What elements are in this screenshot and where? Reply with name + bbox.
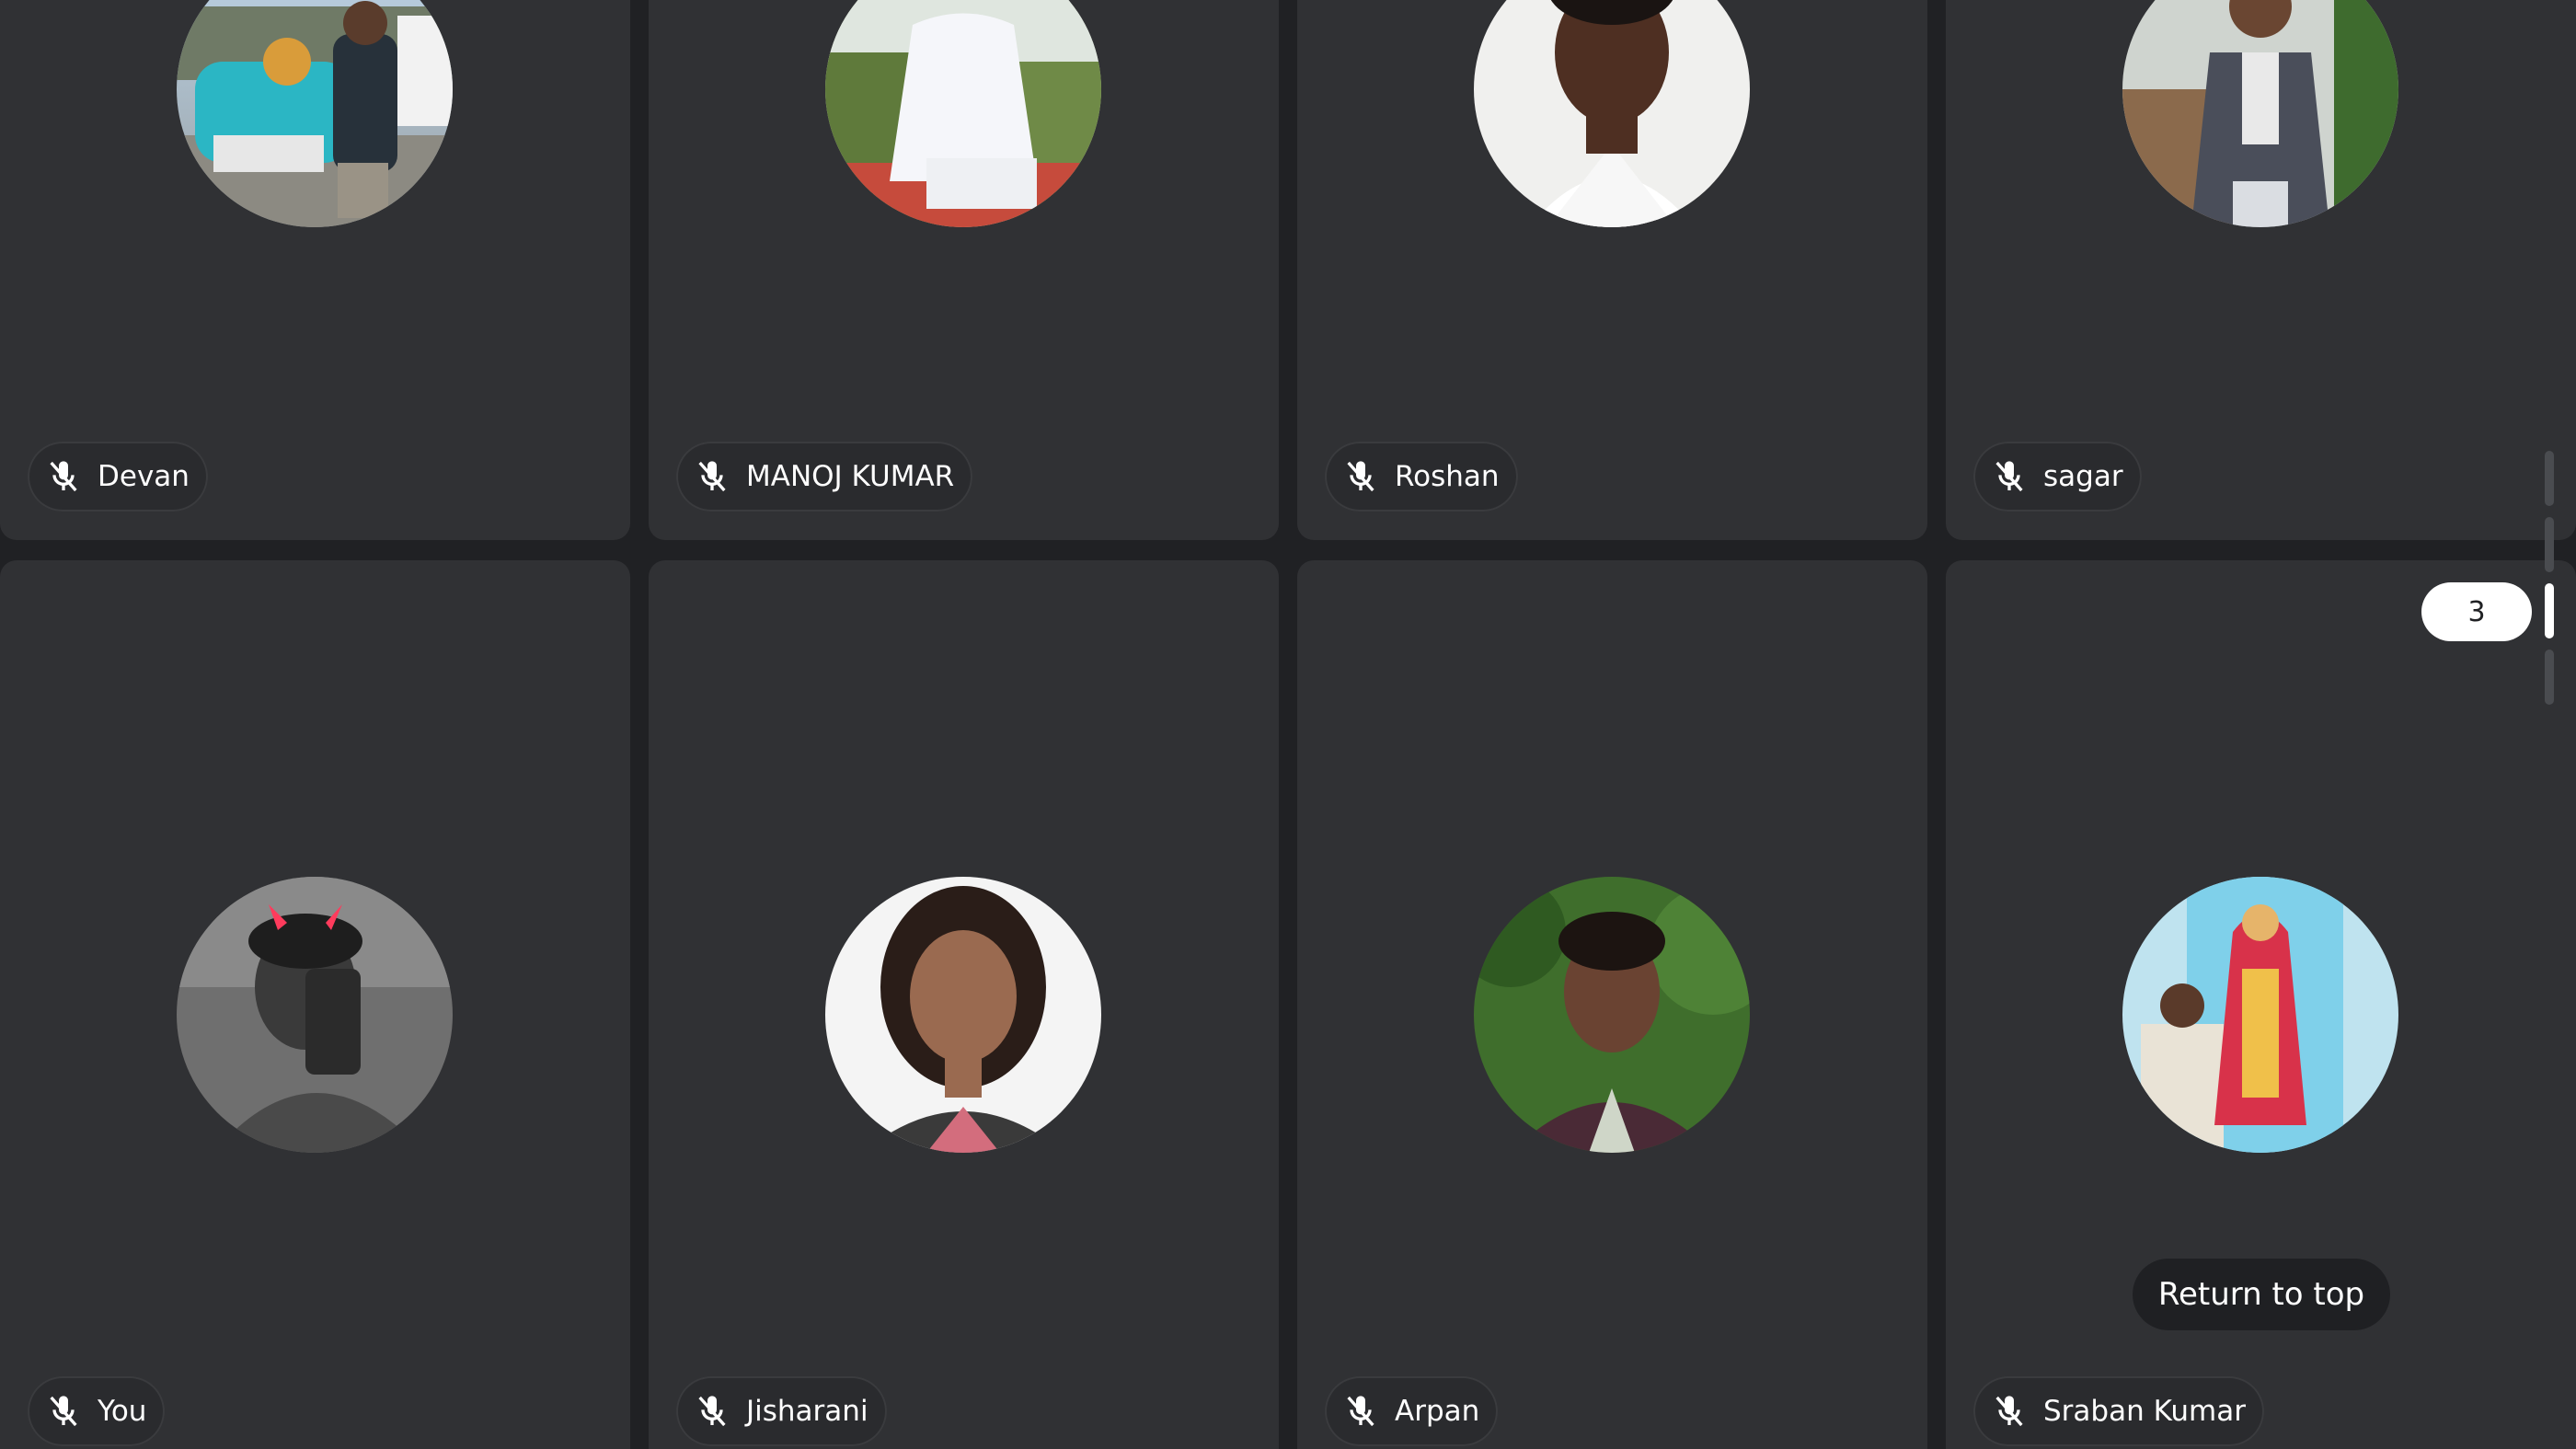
participant-tile-devan[interactable]: Devan: [0, 0, 630, 540]
avatar: [2122, 877, 2398, 1153]
mic-off-icon: [42, 1390, 85, 1432]
participant-name: sagar: [2043, 460, 2123, 493]
participant-name-pill: Arpan: [1325, 1376, 1499, 1446]
mic-off-icon: [1340, 455, 1382, 498]
participant-tile-roshan[interactable]: Roshan: [1297, 0, 1927, 540]
participant-name-pill: Devan: [28, 442, 208, 512]
participant-tile-manoj-kumar[interactable]: MANOJ KUMAR: [649, 0, 1279, 540]
avatar: [1474, 0, 1750, 227]
participant-name: Sraban Kumar: [2043, 1395, 2246, 1428]
participant-name: You: [98, 1395, 147, 1428]
participant-tile-you[interactable]: You: [0, 560, 630, 1449]
mic-off-icon: [691, 1390, 733, 1432]
participant-name-pill: You: [28, 1376, 166, 1446]
page-indicator: 3: [2421, 582, 2532, 641]
participant-name: Roshan: [1395, 460, 1500, 493]
scroll-thumb[interactable]: [2545, 583, 2554, 638]
participant-name: Devan: [98, 460, 190, 493]
avatar: [1474, 877, 1750, 1153]
mic-off-icon: [1988, 1390, 2030, 1432]
avatar: [825, 0, 1101, 227]
participant-name-pill: Sraban Kumar: [1973, 1376, 2264, 1446]
return-to-top-button[interactable]: Return to top: [2133, 1259, 2390, 1330]
mic-off-icon: [1988, 455, 2030, 498]
scroll-segment: [2545, 451, 2554, 506]
mic-off-icon: [42, 455, 85, 498]
page-scrollbar[interactable]: [2545, 451, 2554, 708]
avatar: [177, 877, 453, 1153]
participant-name-pill: Jisharani: [676, 1376, 887, 1446]
avatar: [177, 0, 453, 227]
participant-name: Arpan: [1395, 1395, 1480, 1428]
participant-tile-sagar[interactable]: sagar: [1946, 0, 2576, 540]
mic-off-icon: [691, 455, 733, 498]
mic-off-icon: [1340, 1390, 1382, 1432]
participant-name-pill: MANOJ KUMAR: [676, 442, 973, 512]
participant-name-pill: sagar: [1973, 442, 2142, 512]
participant-name-pill: Roshan: [1325, 442, 1518, 512]
participant-name: Jisharani: [746, 1395, 868, 1428]
avatar: [825, 877, 1101, 1153]
meeting-grid: Devan MANOJ KUMAR Roshan sagar You Jisha…: [0, 0, 2576, 1449]
scroll-segment: [2545, 650, 2554, 705]
avatar: [2122, 0, 2398, 227]
participant-name: MANOJ KUMAR: [746, 460, 955, 493]
scroll-segment: [2545, 517, 2554, 572]
participant-tile-jisharani[interactable]: Jisharani: [649, 560, 1279, 1449]
participant-tile-arpan[interactable]: Arpan: [1297, 560, 1927, 1449]
